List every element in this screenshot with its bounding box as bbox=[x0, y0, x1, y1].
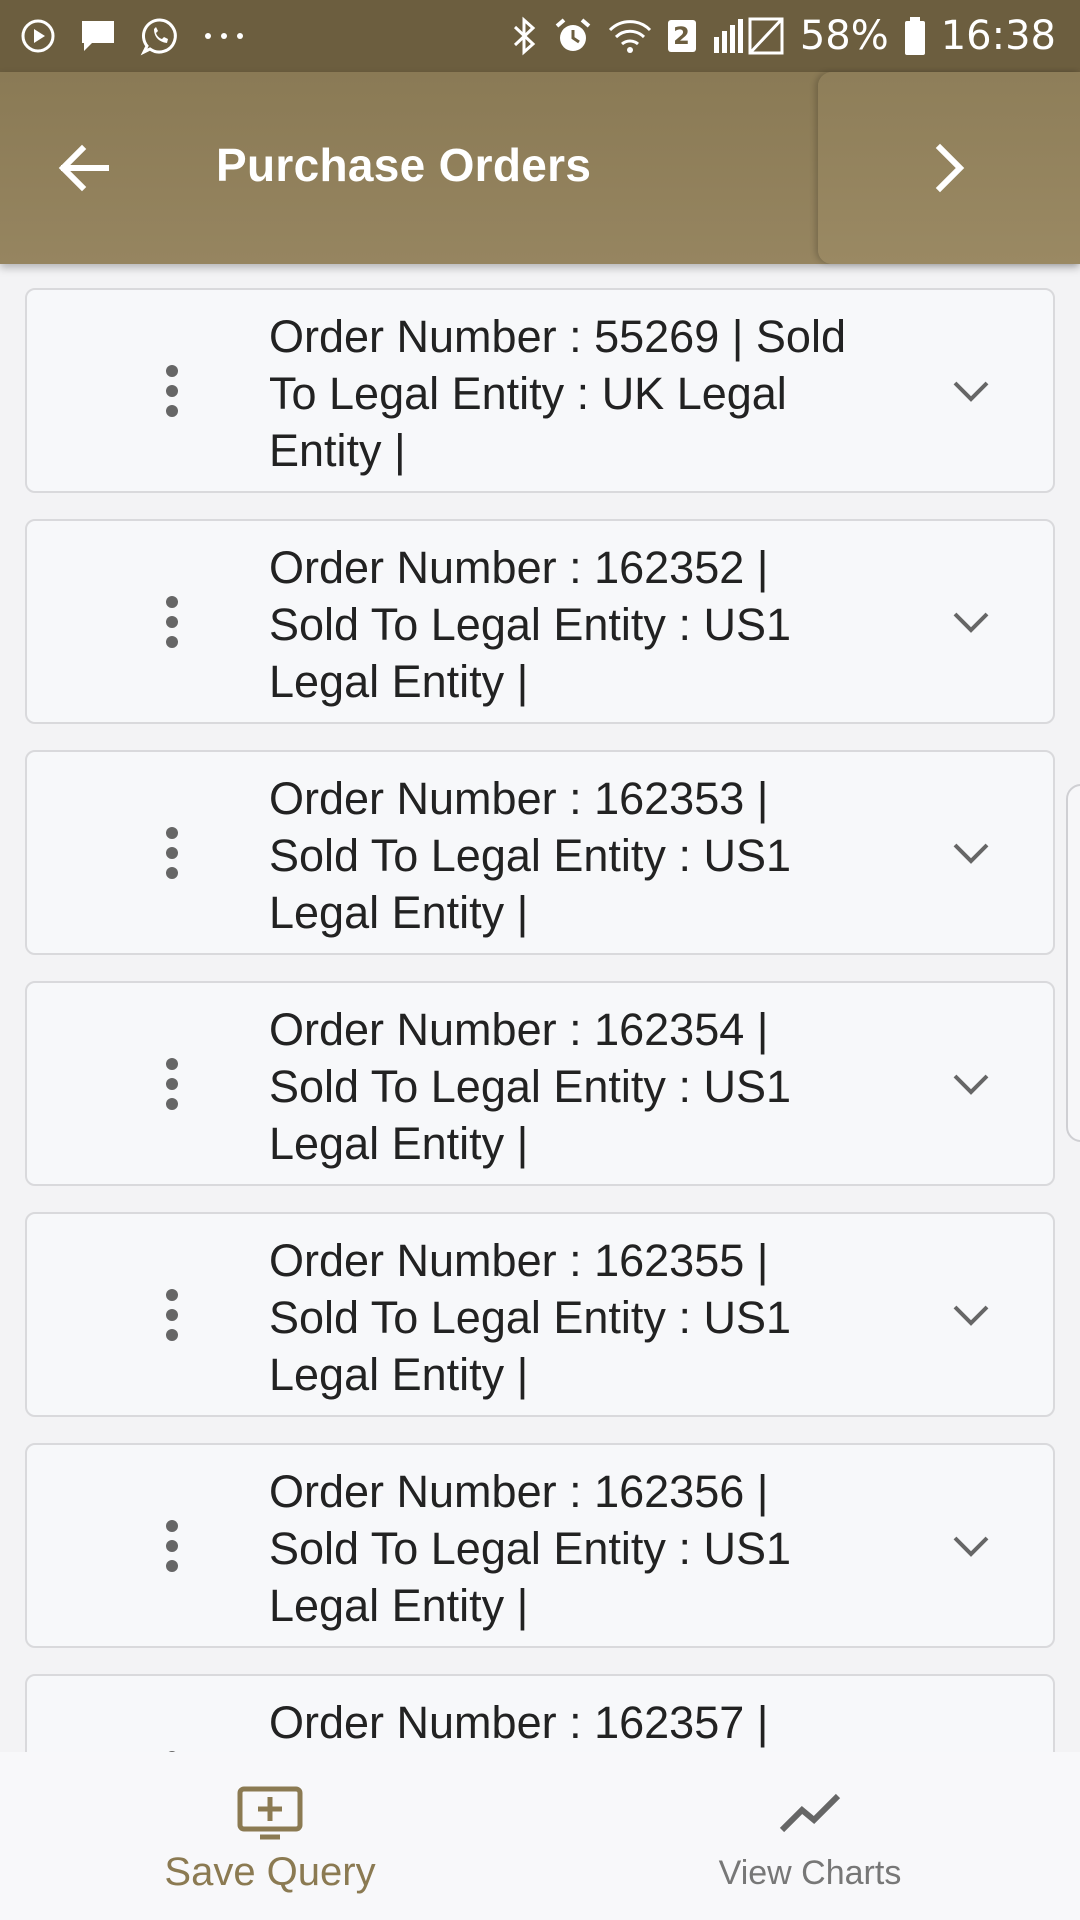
order-line: Order Number : 162352 | bbox=[269, 542, 769, 593]
chevron-down-icon bbox=[953, 1305, 989, 1326]
expand-button[interactable] bbox=[941, 290, 1001, 491]
bluetooth-icon bbox=[511, 16, 539, 56]
order-line: Entity | bbox=[269, 425, 406, 476]
more-options-button[interactable] bbox=[142, 752, 202, 953]
expand-button[interactable] bbox=[941, 1445, 1001, 1646]
order-card[interactable]: Order Number : 162352 | Sold To Legal En… bbox=[25, 519, 1055, 724]
more-options-button[interactable] bbox=[142, 1445, 202, 1646]
more-vertical-icon bbox=[166, 1288, 178, 1341]
play-circle-icon bbox=[20, 18, 56, 54]
order-line: Order Number : 55269 | Sold bbox=[269, 311, 846, 362]
forward-button[interactable] bbox=[918, 136, 982, 200]
expand-button[interactable] bbox=[941, 521, 1001, 722]
sim-badge-label: 2 bbox=[673, 22, 690, 50]
whatsapp-icon bbox=[140, 16, 180, 56]
status-left bbox=[20, 16, 246, 56]
more-options-button[interactable] bbox=[142, 1676, 202, 1752]
chat-bubble-icon bbox=[78, 17, 118, 55]
alarm-icon bbox=[553, 16, 593, 56]
more-vertical-icon bbox=[166, 364, 178, 417]
chevron-down-icon bbox=[953, 612, 989, 633]
status-right: 2 58% 16:38 bbox=[511, 13, 1056, 59]
order-card[interactable]: Order Number : 162354 | Sold To Legal En… bbox=[25, 981, 1055, 1186]
chevron-down-icon bbox=[953, 843, 989, 864]
order-summary: Order Number : 162354 | Sold To Legal En… bbox=[269, 1001, 869, 1172]
expand-button[interactable] bbox=[941, 752, 1001, 953]
app-header: Purchase Orders bbox=[0, 72, 1080, 264]
order-line: Legal Entity | bbox=[269, 1580, 529, 1631]
order-line: Order Number : 162353 | bbox=[269, 773, 769, 824]
chevron-down-icon bbox=[953, 1536, 989, 1557]
page-title: Purchase Orders bbox=[216, 139, 592, 191]
add-to-screen-icon bbox=[237, 1786, 303, 1840]
more-vertical-icon bbox=[166, 1057, 178, 1110]
order-line: Sold To Legal Entity : US1 bbox=[269, 599, 791, 650]
clock: 16:38 bbox=[940, 13, 1056, 59]
order-line: Order Number : 162355 | bbox=[269, 1235, 769, 1286]
more-vertical-icon bbox=[166, 1519, 178, 1572]
order-summary: Order Number : 55269 | Sold To Legal Ent… bbox=[269, 308, 869, 479]
view-charts-icon-wrap bbox=[778, 1782, 842, 1844]
order-line: Sold To Legal Entity : US1 bbox=[269, 1523, 791, 1574]
order-line: Sold To Legal Entity : US1 bbox=[269, 1061, 791, 1112]
more-dots-icon bbox=[202, 30, 246, 42]
order-line: Legal Entity | bbox=[269, 1349, 529, 1400]
chevron-down-icon bbox=[953, 381, 989, 402]
order-card[interactable]: Order Number : 55269 | Sold To Legal Ent… bbox=[25, 288, 1055, 493]
more-options-button[interactable] bbox=[142, 1214, 202, 1415]
order-card[interactable]: Order Number : 162353 | Sold To Legal En… bbox=[25, 750, 1055, 955]
view-charts-label: View Charts bbox=[718, 1854, 902, 1892]
status-bar: 2 58% 16:38 bbox=[0, 0, 1080, 72]
chevron-down-icon bbox=[953, 1074, 989, 1095]
battery-icon bbox=[903, 16, 927, 56]
order-summary: Order Number : 162356 | Sold To Legal En… bbox=[269, 1463, 869, 1634]
back-button[interactable] bbox=[52, 136, 116, 200]
expand-button[interactable] bbox=[941, 1676, 1001, 1752]
view-charts-button[interactable]: View Charts bbox=[690, 1752, 930, 1920]
order-summary: Order Number : 162352 | Sold To Legal En… bbox=[269, 539, 869, 710]
order-card[interactable]: Order Number : 162357 | bbox=[25, 1674, 1055, 1752]
save-query-icon-wrap bbox=[236, 1782, 304, 1844]
wifi-icon bbox=[607, 18, 653, 54]
order-line: Legal Entity | bbox=[269, 656, 529, 707]
order-line: Sold To Legal Entity : US1 bbox=[269, 1292, 791, 1343]
more-options-button[interactable] bbox=[142, 983, 202, 1184]
expand-button[interactable] bbox=[941, 983, 1001, 1184]
order-line: To Legal Entity : UK Legal bbox=[269, 368, 787, 419]
order-list[interactable]: Order Number : 55269 | Sold To Legal Ent… bbox=[0, 264, 1080, 1752]
side-scroll-handle[interactable] bbox=[1066, 784, 1080, 1142]
order-card[interactable]: Order Number : 162355 | Sold To Legal En… bbox=[25, 1212, 1055, 1417]
trending-line-icon bbox=[779, 1793, 841, 1833]
arrow-left-icon bbox=[58, 144, 109, 192]
order-line: Sold To Legal Entity : US1 bbox=[269, 830, 791, 881]
chevron-right-icon bbox=[935, 143, 965, 193]
sim-badge: 2 bbox=[667, 19, 697, 53]
battery-percent: 58% bbox=[799, 13, 889, 59]
more-options-button[interactable] bbox=[142, 521, 202, 722]
bottom-bar: Save Query View Charts bbox=[0, 1752, 1080, 1920]
order-summary: Order Number : 162355 | Sold To Legal En… bbox=[269, 1232, 869, 1403]
signal-icon bbox=[710, 15, 786, 57]
screen: 2 58% 16:38 Purchase Orders Order Number… bbox=[0, 0, 1080, 1920]
order-line: Legal Entity | bbox=[269, 1118, 529, 1169]
save-query-button[interactable]: Save Query bbox=[140, 1752, 400, 1920]
save-query-label: Save Query bbox=[164, 1850, 376, 1894]
order-line: Order Number : 162356 | bbox=[269, 1466, 769, 1517]
order-card[interactable]: Order Number : 162356 | Sold To Legal En… bbox=[25, 1443, 1055, 1648]
expand-button[interactable] bbox=[941, 1214, 1001, 1415]
order-summary: Order Number : 162353 | Sold To Legal En… bbox=[269, 770, 869, 941]
order-line: Legal Entity | bbox=[269, 887, 529, 938]
more-vertical-icon bbox=[166, 595, 178, 648]
more-vertical-icon bbox=[166, 826, 178, 879]
forward-panel bbox=[818, 72, 1080, 264]
order-line: Order Number : 162354 | bbox=[269, 1004, 769, 1055]
order-summary: Order Number : 162357 | bbox=[269, 1694, 869, 1751]
order-line: Order Number : 162357 | bbox=[269, 1697, 769, 1748]
more-options-button[interactable] bbox=[142, 290, 202, 491]
